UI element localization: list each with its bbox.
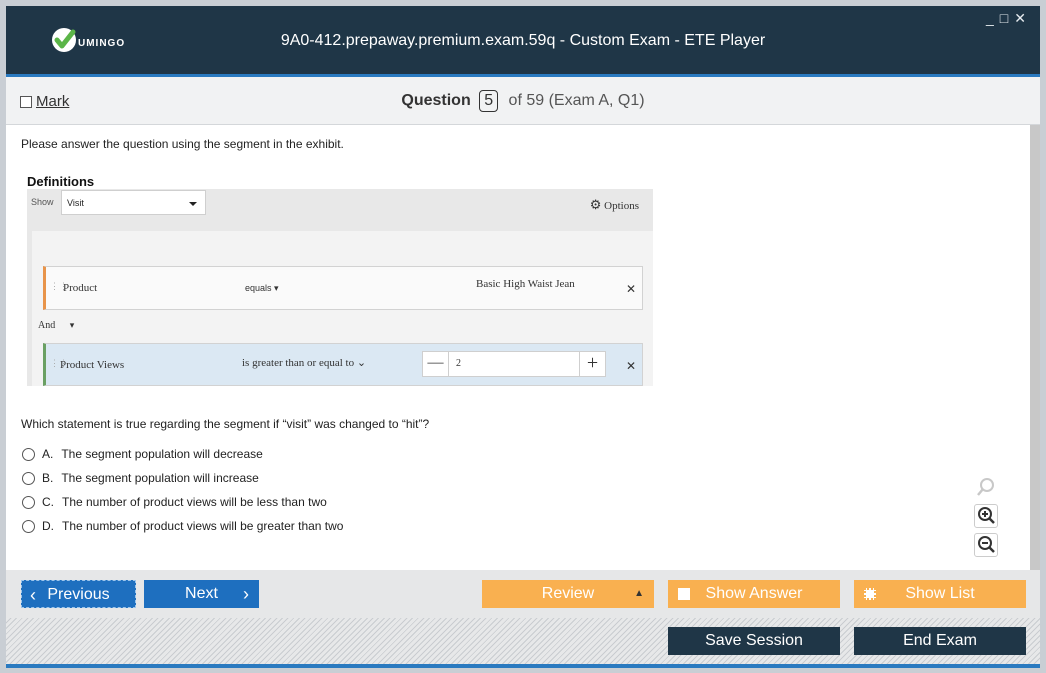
save-session-label: Save Session xyxy=(705,632,803,649)
answer-option-d[interactable]: D. The number of product views will be g… xyxy=(22,519,343,533)
answer-text: The number of product views will be grea… xyxy=(62,519,344,533)
review-button[interactable]: Review ▲ xyxy=(482,580,654,608)
question-prompt: Which statement is true regarding the se… xyxy=(21,417,430,431)
exhibit-connector: And ▾ xyxy=(38,320,74,331)
answer-option-a[interactable]: A. The segment population will decrease xyxy=(22,447,263,461)
exhibit-image: Definitions Show Visit ⚙ Options ⋮⋮ Prod… xyxy=(27,170,653,386)
title-bar: UMINGO 9A0-412.prepaway.premium.exam.59q… xyxy=(6,6,1040,74)
close-icon: ✕ xyxy=(626,282,637,296)
close-icon[interactable]: ✕ xyxy=(1014,10,1032,26)
question-content: Please answer the question using the seg… xyxy=(6,125,1030,570)
question-label: Question xyxy=(401,92,471,109)
checkbox-icon xyxy=(678,588,690,600)
search-icon[interactable] xyxy=(974,475,998,499)
radio-button[interactable] xyxy=(22,519,35,533)
rule-operator: is greater than or equal to ⌄ xyxy=(242,357,367,369)
answer-letter: A. xyxy=(42,447,54,461)
chevron-down-icon xyxy=(189,202,197,206)
minimize-icon[interactable]: _ xyxy=(986,10,1000,26)
exhibit-options: ⚙ Options xyxy=(590,197,639,213)
rule-operator-text: equals xyxy=(245,283,272,293)
maximize-icon[interactable]: □ xyxy=(1000,10,1014,26)
session-bar: Save Session End Exam xyxy=(6,618,1040,664)
answer-text: The segment population will decrease xyxy=(61,447,263,461)
answer-letter: D. xyxy=(42,519,54,533)
exhibit-show-label: Show xyxy=(31,197,54,207)
rule-metric: Product Views xyxy=(60,359,125,371)
plus-icon: + xyxy=(579,352,605,376)
show-answer-button[interactable]: Show Answer xyxy=(668,580,840,608)
end-exam-button[interactable]: End Exam xyxy=(854,627,1026,655)
next-label: Next xyxy=(185,585,218,602)
exhibit-show-select: Visit xyxy=(61,190,206,215)
radio-button[interactable] xyxy=(22,495,35,509)
exhibit-title: Definitions xyxy=(27,174,95,189)
previous-button[interactable]: ‹ Previous xyxy=(21,580,136,608)
answer-letter: B. xyxy=(42,471,54,485)
show-answer-label: Show Answer xyxy=(705,585,803,602)
question-of-label: of 59 (Exam A, Q1) xyxy=(508,92,645,109)
answer-option-c[interactable]: C. The number of product views will be l… xyxy=(22,495,327,509)
stepper-value: 2 xyxy=(456,358,461,369)
window-controls[interactable]: _□✕ xyxy=(986,10,1032,27)
exhibit-show-value: Visit xyxy=(67,198,84,208)
exhibit-rule-product-views: ⋮⋮ Product Views is greater than or equa… xyxy=(43,343,643,386)
question-indicator: Question 5 of 59 (Exam A, Q1) xyxy=(6,90,1040,112)
rule-operator: equals ▾ xyxy=(245,283,279,293)
zoom-in-icon[interactable] xyxy=(974,504,998,528)
save-session-button[interactable]: Save Session xyxy=(668,627,840,655)
chevron-left-icon: ‹ xyxy=(30,585,36,605)
answer-text: The number of product views will be less… xyxy=(62,495,327,509)
show-list-label: Show List xyxy=(905,585,975,602)
show-list-button[interactable]: Show List xyxy=(854,580,1026,608)
answer-option-b[interactable]: B. The segment population will increase xyxy=(22,471,259,485)
window-title: 9A0-412.prepaway.premium.exam.59q - Cust… xyxy=(280,32,766,49)
gear-icon: ⚙ xyxy=(589,197,602,212)
question-intro: Please answer the question using the seg… xyxy=(21,137,344,151)
navigation-bar: ‹ Previous Next › Review ▲ Show Answer S… xyxy=(6,570,1040,618)
radio-button[interactable] xyxy=(22,471,35,485)
content-scrollbar[interactable] xyxy=(1030,125,1040,570)
answer-letter: C. xyxy=(42,495,54,509)
caret-up-icon[interactable]: ▲ xyxy=(634,580,644,608)
close-icon: ✕ xyxy=(626,359,637,373)
exhibit-value-stepper: — 2 + xyxy=(422,351,606,377)
rule-dimension: Product xyxy=(63,282,98,294)
exhibit-options-label: Options xyxy=(604,200,639,212)
chevron-right-icon: › xyxy=(243,584,249,604)
question-header: Mark Question 5 of 59 (Exam A, Q1) xyxy=(6,77,1040,125)
list-icon xyxy=(864,588,876,600)
exhibit-panel: Show Visit ⚙ Options ⋮⋮ Product equals ▾… xyxy=(27,189,653,386)
exhibit-rule-product: ⋮⋮ Product equals ▾ Basic High Waist Jea… xyxy=(43,266,643,310)
minus-icon: — xyxy=(423,352,449,376)
answer-text: The segment population will increase xyxy=(61,471,259,485)
zoom-out-icon[interactable] xyxy=(974,533,998,557)
question-number-input[interactable]: 5 xyxy=(479,90,499,112)
next-button[interactable]: Next › xyxy=(144,580,259,608)
review-label: Review xyxy=(541,585,595,602)
rule-value: Basic High Waist Jean xyxy=(476,278,575,290)
rule-operator-text: is greater than or equal to xyxy=(242,357,355,369)
end-exam-label: End Exam xyxy=(903,632,977,649)
connector-label: And xyxy=(38,320,56,331)
chevron-down-icon: ▾ xyxy=(69,320,75,330)
previous-label: Previous xyxy=(47,586,110,603)
bottom-accent-line xyxy=(6,664,1040,668)
radio-button[interactable] xyxy=(22,447,35,461)
app-window: UMINGO 9A0-412.prepaway.premium.exam.59q… xyxy=(0,0,1046,673)
